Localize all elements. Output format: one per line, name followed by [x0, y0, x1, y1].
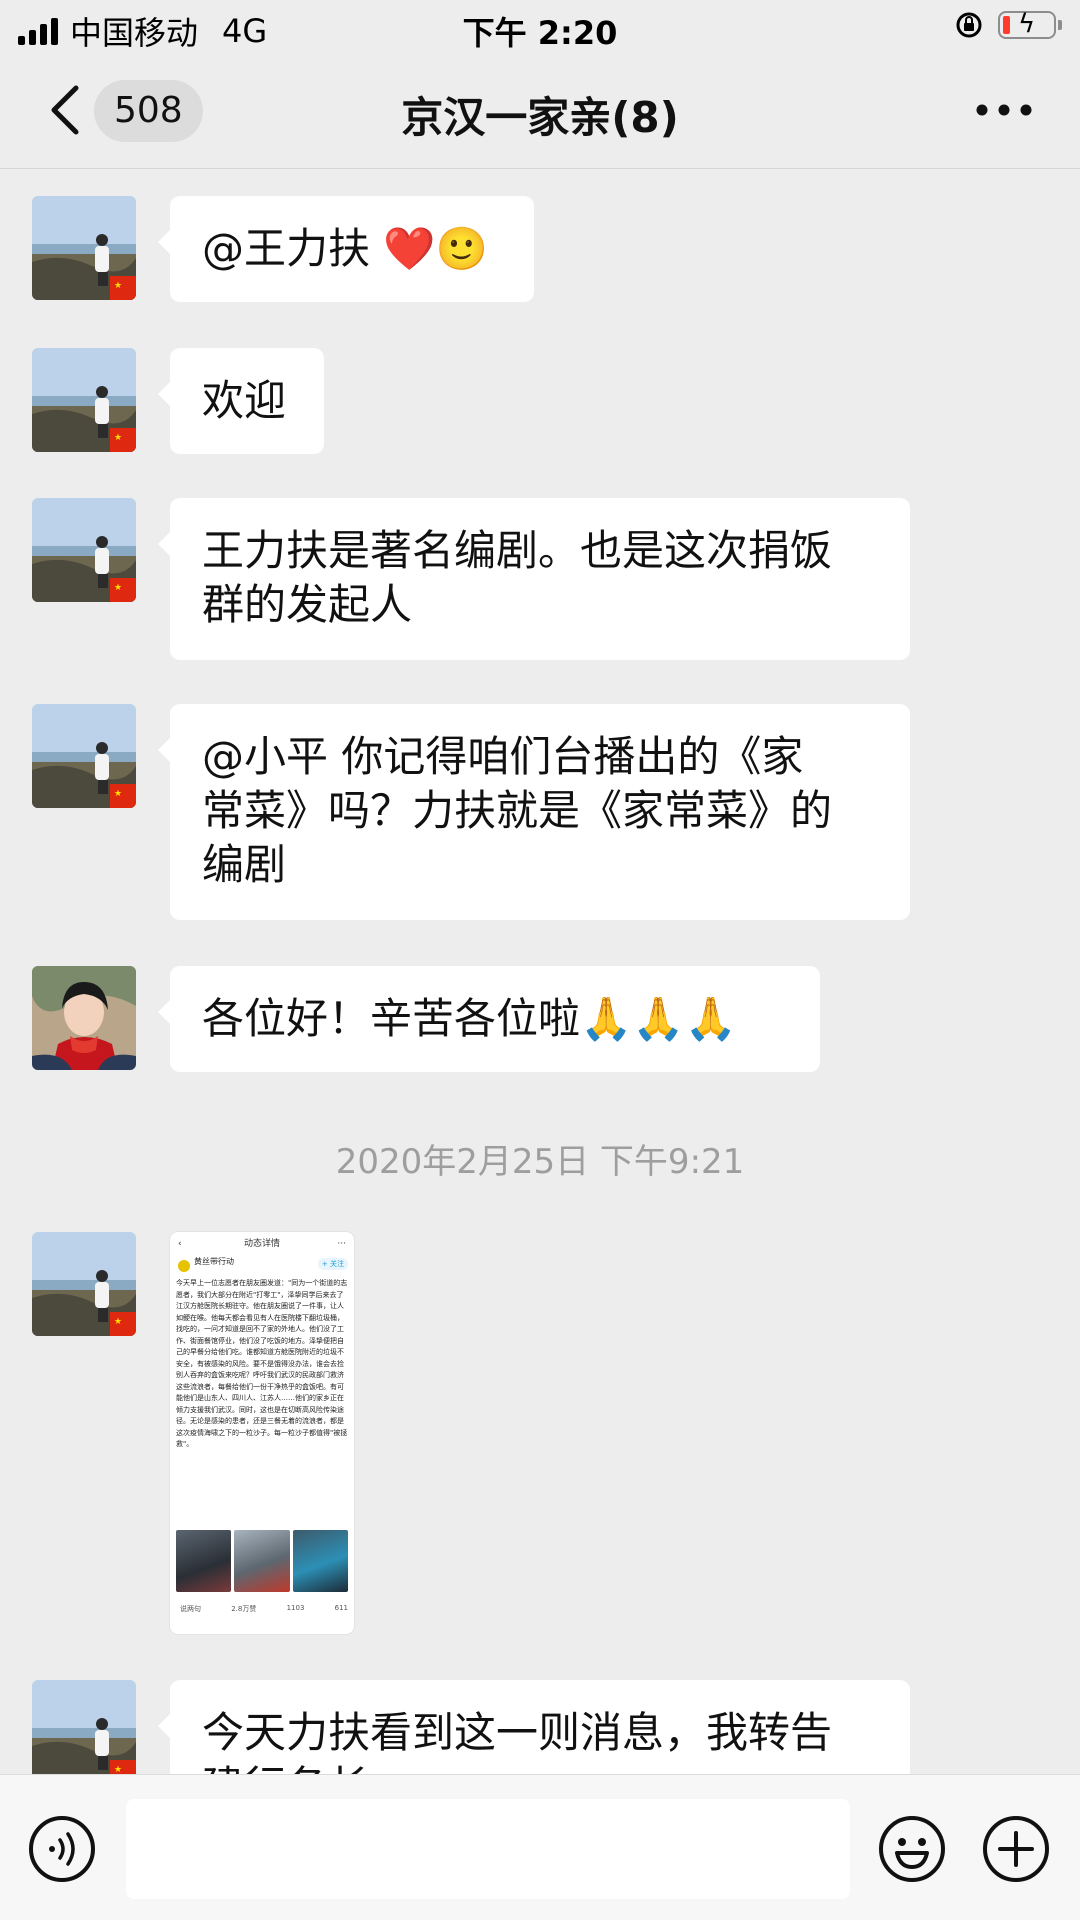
svg-text:★: ★ [114, 583, 122, 593]
message-bubble[interactable]: 王力扶是著名编剧。也是这次捐饭 群的发起人 [158, 498, 910, 660]
message-text: 今天力扶看到这一则消息，我转告 [202, 1708, 833, 1757]
avatar[interactable]: ★ [32, 348, 136, 452]
follow-badge: + 关注 [317, 1258, 348, 1270]
nav-bar: 508 京汉一家亲(8) [0, 54, 1080, 169]
image-body-text: 今天早上一位志愿者在朋友圈发道："同为一个街道的志愿者，我们大部分在附近"打零工… [176, 1279, 348, 1448]
message-bubble[interactable]: @王力扶 ❤️🙂 [158, 196, 534, 302]
message-text: 编剧 [202, 840, 287, 889]
avatar[interactable]: ★ [32, 498, 136, 602]
plus-icon[interactable] [982, 1815, 1050, 1883]
message-text: @小平 你记得咱们台播出的《家 [202, 732, 804, 781]
svg-text:★: ★ [114, 1317, 122, 1327]
message-text: 欢迎 [202, 376, 287, 425]
battery-icon: ϟ [998, 9, 1056, 39]
likes-label: 2.8万赞 [231, 1605, 257, 1613]
avatar[interactable]: ★ [32, 196, 136, 300]
message-text: @王力扶 ❤️🙂 [202, 224, 488, 273]
image-more-icon: ··· [337, 1239, 346, 1249]
photo-thumb [176, 1530, 232, 1592]
svg-text:★: ★ [114, 281, 122, 291]
input-bar [0, 1774, 1080, 1920]
photo-thumb [292, 1530, 348, 1592]
message-bubble[interactable]: @小平 你记得咱们台播出的《家 常菜》吗？力扶就是《家常菜》的 编剧 [158, 704, 910, 920]
avatar[interactable] [32, 966, 136, 1070]
unread-count-badge[interactable]: 508 [94, 80, 203, 142]
avatar[interactable]: ★ [32, 704, 136, 808]
photo-thumb [234, 1530, 290, 1592]
emoji-icon[interactable] [878, 1815, 946, 1883]
svg-text:★: ★ [114, 433, 122, 443]
image-back-icon: ‹ [178, 1239, 182, 1249]
avatar[interactable]: ★ [32, 1232, 136, 1336]
message-text: 常菜》吗？力扶就是《家常菜》的 [202, 786, 833, 835]
message-text: 群的发起人 [202, 580, 413, 629]
comment-label: 说两句 [180, 1605, 201, 1613]
comments-count: 1103 [286, 1604, 305, 1612]
message-text: 王力扶是著名编剧。也是这次捐饭 [202, 526, 833, 575]
svg-text:★: ★ [114, 789, 122, 799]
back-chevron-icon[interactable] [40, 80, 88, 140]
orientation-lock-icon [956, 12, 982, 38]
image-photos [170, 1530, 354, 1592]
image-message[interactable]: ‹ 动态详情 ··· 黄丝带行动 + 关注 今天早上一位志愿者在朋友圈发道："同… [170, 1232, 354, 1634]
author-name: 黄丝带行动 [194, 1257, 234, 1266]
image-header-title: 动态详情 [243, 1239, 280, 1249]
status-right: ϟ [954, 9, 1062, 40]
more-dots-icon[interactable] [968, 90, 1040, 130]
status-time: 下午 2:20 [462, 14, 618, 52]
message-bubble[interactable]: 欢迎 [158, 348, 324, 454]
image-header: ‹ 动态详情 ··· [170, 1232, 354, 1256]
voice-icon[interactable] [28, 1815, 96, 1883]
chat-screen: 中国移动 4G 下午 2:20 ϟ 508 京汉一家亲(8) ★ @王力扶 ❤️… [0, 0, 1080, 1920]
battery-tip [1058, 20, 1062, 30]
shares-count: 611 [334, 1604, 348, 1612]
message-text: 各位好！辛苦各位啦🙏🙏🙏 [202, 994, 737, 1043]
message-timestamp: 2020年2月25日 下午9:21 [335, 1142, 745, 1182]
message-input[interactable] [126, 1799, 850, 1899]
status-bar: 中国移动 4G 下午 2:20 ϟ [0, 0, 1080, 54]
avatar[interactable]: ★ [32, 1680, 136, 1784]
chat-title: 京汉一家亲(8) [401, 93, 679, 142]
message-bubble[interactable]: 各位好！辛苦各位啦🙏🙏🙏 [158, 966, 820, 1072]
image-author: 黄丝带行动 + 关注 [170, 1256, 354, 1278]
author-avatar [178, 1260, 190, 1272]
image-footer: 说两句 2.8万赞 1103 611 [170, 1592, 354, 1614]
